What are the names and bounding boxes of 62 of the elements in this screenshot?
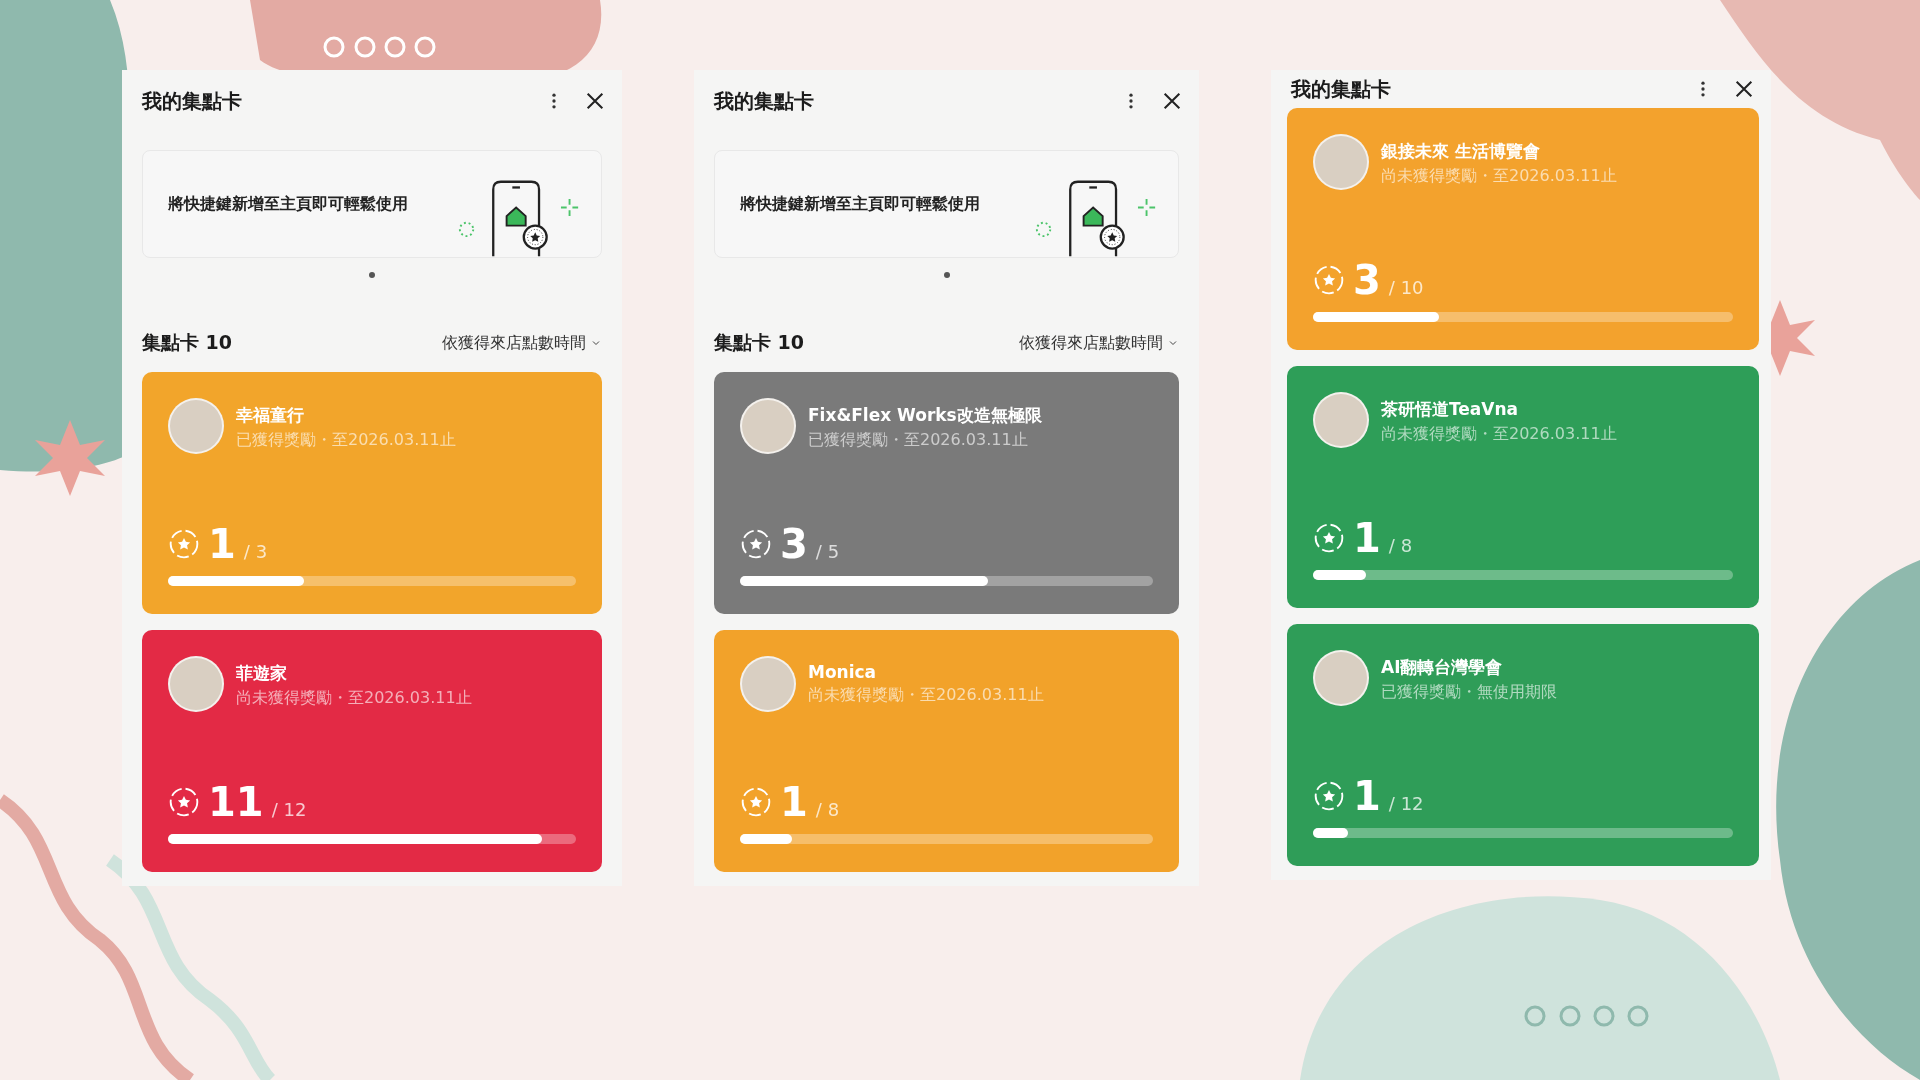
points-total: / 8 (815, 799, 840, 820)
points-count: 1 (1353, 776, 1381, 816)
reward-status: 尚未獲得獎勵・至2026.03.11止 (808, 685, 1044, 706)
banner-text: 將快捷鍵新增至主頁即可輕鬆使用 (740, 193, 980, 215)
avatar-placeholder (168, 398, 224, 454)
points-count: 1 (1353, 518, 1381, 558)
points-total: / 8 (1388, 535, 1413, 556)
pager-dot[interactable] (943, 272, 950, 278)
avatar-placeholder (1313, 134, 1369, 190)
store-name: Monica (808, 662, 878, 682)
reward-status: 已獲得獎勵・至2026.03.11止 (236, 430, 456, 451)
store-name: 茶研悟道TeaVna (1381, 398, 1520, 421)
store-name: 幸福童行 (236, 404, 305, 427)
section-heading: 集點卡 10 (142, 330, 233, 355)
avatar-placeholder (1313, 650, 1369, 706)
store-name: AI翻轉台灣學會 (1381, 656, 1504, 679)
close-icon[interactable] (584, 90, 606, 112)
stamp-card[interactable]: Fix&Flex Works改造無極限 已獲得獎勵・至2026.03.11止 3 / 5 (714, 372, 1179, 614)
stamp-card[interactable]: 菲遊家 尚未獲得獎勵・至2026.03.11止 11 / 12 (142, 630, 602, 872)
avatar-placeholder (740, 656, 796, 712)
stamp-icon (1313, 780, 1345, 812)
screen-title: 我的集點卡 (142, 87, 242, 115)
store-name: 菲遊家 (236, 662, 288, 685)
points-count: 3 (780, 524, 808, 564)
points-count: 1 (780, 782, 808, 822)
reward-status: 尚未獲得獎勵・至2026.03.11止 (236, 688, 472, 709)
points-count: 1 (208, 524, 236, 564)
avatar-placeholder (1313, 392, 1369, 448)
stamp-icon (1313, 264, 1345, 296)
points-total: / 12 (1388, 793, 1424, 814)
points-total: / 5 (815, 541, 840, 562)
pager-dot[interactable] (369, 272, 375, 278)
avatar-placeholder (168, 656, 224, 712)
points-total: / 3 (243, 541, 268, 562)
reward-status: 尚未獲得獎勵・至2026.03.11止 (1381, 424, 1617, 445)
avatar-placeholder (740, 398, 796, 454)
reward-status: 已獲得獎勵・至2026.03.11止 (808, 430, 1029, 451)
sort-dropdown[interactable]: 依獲得來店點數時間 (442, 332, 602, 354)
stamp-icon (168, 528, 200, 560)
stamp-icon (1313, 522, 1345, 554)
sort-dropdown[interactable]: 依獲得來店點數時間 (1019, 332, 1179, 354)
shortcut-banner[interactable]: 將快捷鍵新增至主頁即可輕鬆使用 (714, 150, 1179, 258)
points-total: / 12 (271, 799, 307, 820)
stamp-card[interactable]: 茶研悟道TeaVna 尚未獲得獎勵・至2026.03.11止 1 / 8 (1287, 366, 1759, 608)
stamp-icon (168, 786, 200, 818)
stamp-card[interactable]: AI翻轉台灣學會 已獲得獎勵・無使用期限 1 / 12 (1287, 624, 1759, 866)
screen-title: 我的集點卡 (1291, 75, 1391, 103)
stamp-icon (740, 786, 772, 818)
close-icon[interactable] (1733, 78, 1755, 100)
close-icon[interactable] (1161, 90, 1183, 112)
points-total: / 10 (1388, 277, 1424, 298)
points-count: 11 (208, 782, 264, 822)
store-name: 銀接未來 生活博覽會 (1381, 140, 1541, 163)
shortcut-banner[interactable]: 將快捷鍵新增至主頁即可輕鬆使用 (142, 150, 602, 258)
reward-status: 已獲得獎勵・無使用期限 (1381, 682, 1557, 703)
points-count: 3 (1353, 260, 1381, 300)
section-heading: 集點卡 10 (714, 330, 805, 355)
reward-status: 尚未獲得獎勵・至2026.03.11止 (1381, 166, 1617, 187)
store-name: Fix&Flex Works改造無極限 (808, 404, 1042, 427)
stamp-icon (740, 528, 772, 560)
screen-title: 我的集點卡 (714, 87, 814, 115)
banner-text: 將快捷鍵新增至主頁即可輕鬆使用 (168, 193, 408, 215)
